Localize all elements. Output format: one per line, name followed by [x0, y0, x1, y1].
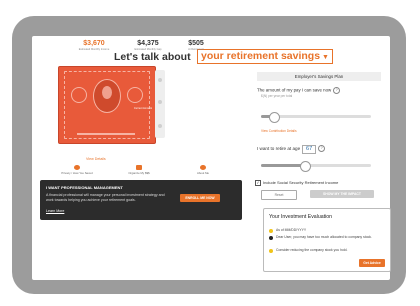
chevron-down-icon: ▼	[322, 54, 329, 61]
lock-icon	[74, 165, 80, 170]
bill-serial	[77, 133, 135, 135]
slider-fill	[261, 164, 305, 167]
status-dot-icon	[269, 249, 273, 253]
investment-evaluation-card: Your Investment Evaluation As of MM/DD/Y…	[263, 208, 391, 272]
evaluation-message: Dear User, you may have too much allocat…	[276, 235, 372, 239]
stat-income: $3,670 Estimated Monthly Income	[66, 40, 122, 51]
bill-label: Current Amount	[133, 107, 152, 110]
social-security-option[interactable]: ✓ Include Social Security Retirement Inco…	[255, 180, 338, 186]
topic-select[interactable]: your retirement savings ▼	[197, 49, 333, 64]
page-title: Let's talk about	[114, 51, 191, 63]
retire-age-label: I want to retire at age 67?	[257, 145, 326, 154]
promo-title: I WANT PROFESSIONAL MANAGEMENT	[46, 185, 123, 190]
face-icon	[102, 86, 112, 99]
icon-link-label: Privacy / How You Saved	[61, 171, 93, 175]
promo-body: A financial professional will manage you…	[46, 193, 165, 202]
status-dot-icon	[269, 229, 273, 233]
view-details-link[interactable]: View Details	[86, 157, 106, 161]
seal-icon	[71, 87, 87, 103]
view-contribution-link[interactable]: View Contribution Details	[261, 129, 297, 133]
scroller-dot	[158, 78, 162, 82]
plan-title: Employer's Savings Plan	[257, 72, 381, 81]
evaluation-suggestion: Consider reducing the company stock you …	[276, 248, 348, 252]
icon-link-label: Organize My $$$	[128, 171, 150, 175]
dollar-bill-graphic: Current Amount	[58, 66, 156, 144]
stat-label: At Retirement	[188, 48, 204, 51]
bill-scroller[interactable]	[155, 70, 165, 138]
enroll-button[interactable]: ENROLL ME NOW	[180, 194, 220, 202]
scroller-dot	[158, 100, 162, 104]
amount-slider[interactable]	[261, 112, 371, 123]
status-dot-icon	[269, 236, 273, 240]
portrait-icon	[93, 79, 121, 113]
stat-label: Estimated Monthly Income	[78, 48, 110, 51]
evaluation-date: As of MM/DD/YYYY	[276, 228, 307, 232]
stat-value: $3,670	[83, 40, 105, 47]
ss-checkbox[interactable]: ✓	[255, 180, 261, 186]
evaluation-title: Your Investment Evaluation	[269, 214, 332, 220]
show-impact-button[interactable]: SHOW MY THE IMPACT	[310, 190, 374, 198]
stat-retirement: $505 At Retirement	[168, 40, 224, 51]
amount-label: The amount of my pay I can save now?	[257, 87, 341, 94]
retire-age-slider[interactable]	[261, 161, 371, 172]
stat-value: $505	[188, 40, 204, 47]
about-link[interactable]: About Me	[186, 165, 220, 175]
reset-button[interactable]: Reset	[261, 190, 297, 200]
help-icon[interactable]: ?	[318, 145, 326, 153]
get-advice-button[interactable]: Get Advice	[359, 259, 385, 267]
organize-link[interactable]: Organize My $$$	[122, 165, 156, 175]
amount-hint: $(N) per year per total	[261, 94, 293, 98]
professional-management-banner: I WANT PROFESSIONAL MANAGEMENT A financi…	[40, 180, 242, 220]
scroller-dot	[158, 124, 162, 128]
ss-label: Include Social Security Retirement Incom…	[263, 180, 339, 186]
slider-handle[interactable]	[300, 161, 311, 172]
seal-icon	[127, 87, 143, 103]
retire-age-input[interactable]: 67	[302, 145, 317, 154]
help-icon[interactable]: ?	[333, 87, 341, 94]
learn-more-link[interactable]: Learn More	[46, 209, 64, 213]
privacy-link[interactable]: Privacy / How You Saved	[60, 165, 94, 175]
person-icon	[200, 165, 206, 170]
icon-link-label: About Me	[197, 171, 209, 175]
envelope-icon	[136, 165, 142, 170]
